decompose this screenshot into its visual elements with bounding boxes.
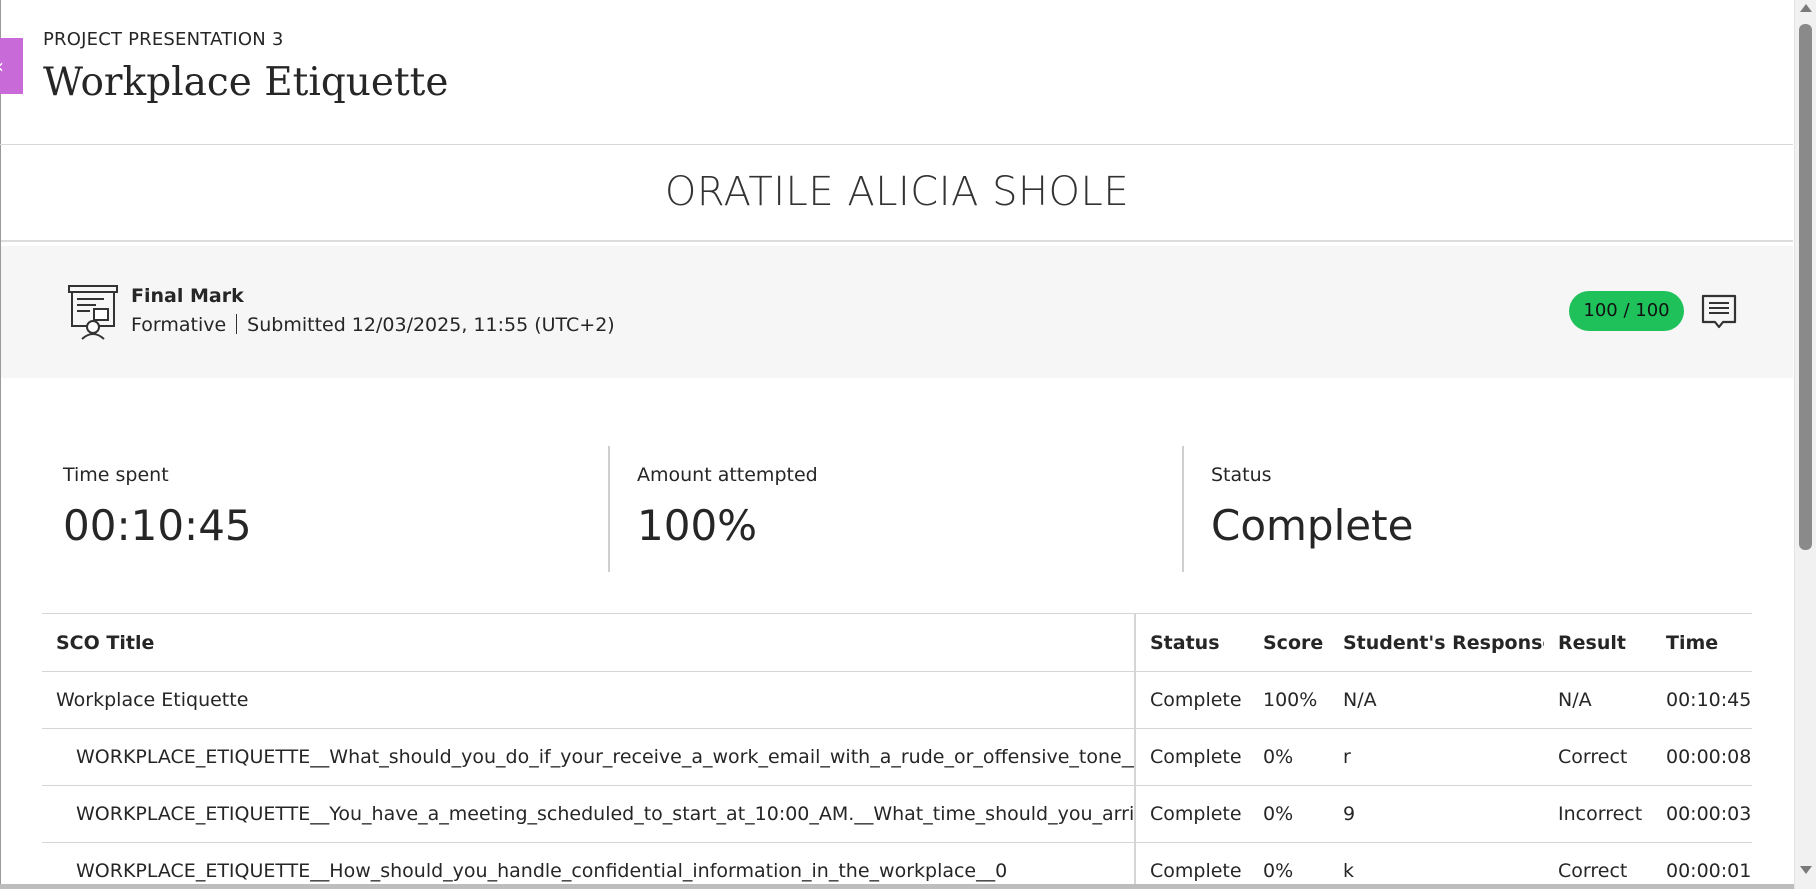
scrollbar-thumb[interactable]	[1799, 24, 1812, 550]
column-header-result[interactable]: Result	[1544, 613, 1652, 672]
stat-value: 00:10:45	[63, 501, 252, 550]
table-row: WORKPLACE_ETIQUETTE__You_have_a_meeting_…	[42, 785, 1752, 843]
mark-type: Formative	[131, 314, 227, 336]
meta-separator	[236, 314, 238, 334]
chevron-left-icon: ‹	[0, 54, 4, 78]
cell-response: N/A	[1329, 671, 1544, 729]
cell-result: N/A	[1544, 671, 1652, 729]
page-header: PROJECT PRESENTATION 3 Workplace Etiquet…	[0, 0, 1793, 145]
stat-value: 100%	[637, 501, 758, 550]
stat-status: Status Complete	[1191, 446, 1751, 572]
cell-time: 00:00:03	[1652, 785, 1752, 843]
table-row: Workplace Etiquette Complete 100% N/A N/…	[42, 671, 1752, 729]
student-banner: ORATILE ALICIA SHOLE	[1, 145, 1793, 242]
cell-time: 00:00:08	[1652, 728, 1752, 786]
cell-status: Complete	[1135, 785, 1249, 843]
cell-status: Complete	[1135, 842, 1249, 889]
submission-date: Submitted 12/03/2025, 11:55 (UTC+2)	[247, 314, 615, 336]
cell-score: 0%	[1249, 842, 1329, 889]
certificate-presentation-icon	[68, 285, 118, 340]
scroll-down-arrow-icon[interactable]	[1800, 866, 1812, 874]
page-title: Workplace Etiquette	[43, 60, 449, 105]
scroll-up-arrow-icon[interactable]	[1800, 4, 1812, 12]
table-header-row: SCO Title Status Score Student's Respons…	[42, 613, 1752, 672]
cell-status: Complete	[1135, 728, 1249, 786]
cell-response: 9	[1329, 785, 1544, 843]
table-row: WORKPLACE_ETIQUETTE__How_should_you_hand…	[42, 842, 1752, 889]
stat-amount-attempted: Amount attempted 100%	[617, 446, 1183, 572]
column-header-response[interactable]: Student's Response	[1329, 613, 1544, 672]
column-header-time[interactable]: Time	[1652, 613, 1752, 672]
score-badge: 100 / 100	[1569, 291, 1684, 331]
final-mark-meta: Formative Submitted 12/03/2025, 11:55 (UT…	[131, 314, 615, 336]
stat-divider	[608, 446, 610, 572]
column-header-score[interactable]: Score	[1249, 613, 1329, 672]
final-mark-label: Final Mark	[131, 285, 244, 307]
student-name: ORATILE ALICIA SHOLE	[664, 169, 1130, 215]
cell-score: 100%	[1249, 671, 1329, 729]
stat-divider	[1182, 446, 1184, 572]
cell-result: Correct	[1544, 842, 1652, 889]
feedback-comment-icon[interactable]	[1701, 294, 1737, 330]
cell-sco-title: Workplace Etiquette	[42, 671, 1136, 729]
cell-score: 0%	[1249, 728, 1329, 786]
stat-label: Time spent	[63, 464, 169, 486]
cell-time: 00:10:45	[1652, 671, 1752, 729]
cell-score: 0%	[1249, 785, 1329, 843]
table-row: WORKPLACE_ETIQUETTE__What_should_you_do_…	[42, 728, 1752, 786]
stat-label: Status	[1211, 464, 1272, 486]
sco-results-table: SCO Title Status Score Student's Respons…	[42, 613, 1752, 889]
cell-result: Incorrect	[1544, 785, 1652, 843]
final-mark-panel: Final Mark Formative Submitted 12/03/2025…	[1, 246, 1793, 378]
cell-response: k	[1329, 842, 1544, 889]
cell-result: Correct	[1544, 728, 1652, 786]
column-header-sco-title[interactable]: SCO Title	[42, 613, 1136, 672]
cell-time: 00:00:01	[1652, 842, 1752, 889]
vertical-scrollbar[interactable]	[1794, 0, 1816, 889]
close-panel-button[interactable]: ‹	[0, 38, 23, 94]
cell-response: r	[1329, 728, 1544, 786]
stat-time-spent: Time spent 00:10:45	[43, 446, 609, 572]
window-bottom-edge	[0, 884, 1794, 889]
attempt-stats: Time spent 00:10:45 Amount attempted 100…	[43, 446, 1753, 572]
column-header-status[interactable]: Status	[1135, 613, 1249, 672]
cell-sco-title: WORKPLACE_ETIQUETTE__You_have_a_meeting_…	[42, 785, 1136, 843]
cell-sco-title: WORKPLACE_ETIQUETTE__What_should_you_do_…	[42, 728, 1136, 786]
stat-label: Amount attempted	[637, 464, 818, 486]
course-eyebrow: PROJECT PRESENTATION 3	[43, 29, 284, 50]
cell-sco-title: WORKPLACE_ETIQUETTE__How_should_you_hand…	[42, 842, 1136, 889]
stat-value: Complete	[1211, 501, 1414, 550]
cell-status: Complete	[1135, 671, 1249, 729]
